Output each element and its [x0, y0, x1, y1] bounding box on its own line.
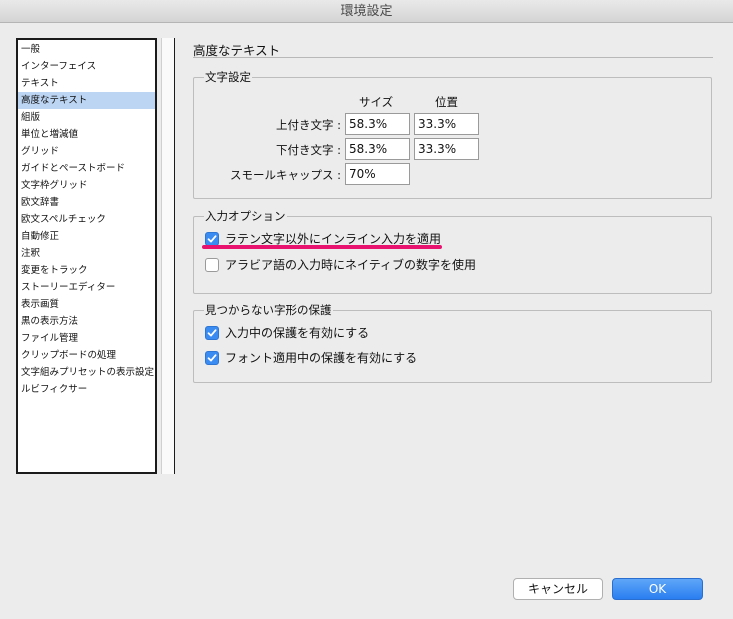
sidebar-item[interactable]: ファイル管理	[18, 330, 155, 347]
sidebar-item[interactable]: 欧文辞書	[18, 194, 155, 211]
superscript-label: 上付き文字 :	[275, 118, 341, 132]
sidebar-item[interactable]: 文字組みプリセットの表示設定	[18, 364, 155, 381]
sidebar-item[interactable]: ストーリーエディター	[18, 279, 155, 296]
highlight-underline	[202, 245, 442, 249]
superscript-size-field[interactable]: 58.3%	[345, 113, 410, 135]
sidebar-item[interactable]: ルビフィクサー	[18, 381, 155, 398]
col-size-header: サイズ	[359, 95, 394, 109]
sidebar-item[interactable]: 変更をトラック	[18, 262, 155, 279]
missing-glyph-title: 見つからない字形の保護	[204, 302, 333, 318]
small-caps-label: スモールキャップス :	[229, 168, 341, 182]
sidebar-item[interactable]: 単位と増減値	[18, 126, 155, 143]
sidebar-item[interactable]: グリッド	[18, 143, 155, 160]
sidebar-list: 一般 インターフェイス テキスト 高度なテキスト 組版 単位と増減値 グリッド ガイドとペース…	[18, 40, 155, 398]
protect-font-checkbox[interactable]	[205, 350, 219, 365]
ok-button[interactable]: OK	[612, 578, 703, 600]
sidebar-item[interactable]: 一般	[18, 41, 155, 58]
small-caps-size-field[interactable]: 70%	[345, 163, 410, 185]
superscript-position-field[interactable]: 33.3%	[414, 113, 479, 135]
sidebar-item[interactable]: 組版	[18, 109, 155, 126]
preferences-sidebar[interactable]: 一般 インターフェイス テキスト 高度なテキスト 組版 単位と増減値 グリッド ガイドとペース…	[16, 38, 157, 474]
checkmark-icon	[207, 234, 217, 242]
title-divider	[193, 57, 713, 58]
native-digits-label: アラビア語の入力時にネイティブの数字を使用	[225, 258, 477, 272]
protect-font-label: フォント適用中の保護を有効にする	[225, 351, 418, 365]
sidebar-item[interactable]: ガイドとペーストボード	[18, 160, 155, 177]
subscript-label: 下付き文字 :	[275, 143, 341, 157]
inline-input-checkbox[interactable]	[205, 231, 219, 246]
input-options-group: 入力オプション	[193, 208, 712, 294]
sidebar-scrollbar[interactable]	[161, 38, 175, 474]
protect-typing-checkbox-row[interactable]: 入力中の保護を有効にする	[205, 324, 369, 341]
sidebar-item[interactable]: 表示画質	[18, 296, 155, 313]
sidebar-item[interactable]: 文字枠グリッド	[18, 177, 155, 194]
checkmark-icon	[207, 353, 217, 361]
sidebar-item[interactable]: 注釈	[18, 245, 155, 262]
sidebar-item[interactable]: 高度なテキスト	[18, 92, 155, 109]
sidebar-item[interactable]: クリップボードの処理	[18, 347, 155, 364]
window-titlebar: 環境設定	[0, 0, 733, 23]
cancel-button[interactable]: キャンセル	[513, 578, 603, 600]
protect-font-checkbox-row[interactable]: フォント適用中の保護を有効にする	[205, 349, 417, 366]
checkmark-icon	[207, 328, 217, 336]
subscript-position-field[interactable]: 33.3%	[414, 138, 479, 160]
native-digits-checkbox-row[interactable]: アラビア語の入力時にネイティブの数字を使用	[205, 256, 476, 273]
sidebar-item[interactable]: 黒の表示方法	[18, 313, 155, 330]
sidebar-item[interactable]: テキスト	[18, 75, 155, 92]
missing-glyph-group: 見つからない字形の保護	[193, 302, 712, 383]
col-position-header: 位置	[435, 95, 458, 109]
sidebar-item[interactable]: 欧文スペルチェック	[18, 211, 155, 228]
subscript-size-field[interactable]: 58.3%	[345, 138, 410, 160]
input-options-title: 入力オプション	[204, 208, 287, 224]
sidebar-item[interactable]: インターフェイス	[18, 58, 155, 75]
protect-typing-checkbox[interactable]	[205, 325, 219, 340]
char-settings-title: 文字設定	[204, 69, 252, 85]
window-title: 環境設定	[340, 4, 393, 19]
sidebar-item[interactable]: 自動修正	[18, 228, 155, 245]
protect-typing-label: 入力中の保護を有効にする	[225, 326, 370, 340]
native-digits-checkbox[interactable]	[205, 257, 219, 272]
